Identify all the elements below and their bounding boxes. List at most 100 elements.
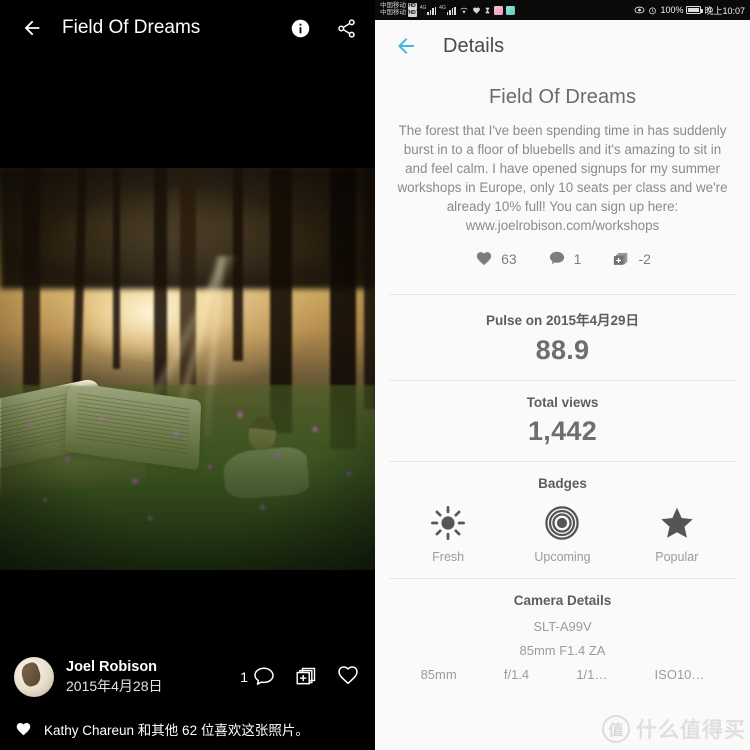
camera-title: Camera Details <box>513 593 612 609</box>
views-value: 1,442 <box>527 416 598 447</box>
hd-badge-1: HD <box>407 3 417 10</box>
badge-popular[interactable]: Popular <box>631 505 723 564</box>
photo-vignette <box>0 168 375 570</box>
details-scroll-area[interactable]: Field Of Dreams The forest that I've bee… <box>375 72 750 696</box>
add-to-collection-icon <box>614 253 628 266</box>
arrow-left-icon <box>398 38 414 54</box>
watermark-text: 什么值得买 <box>636 719 746 742</box>
camera-focal-length: 85mm <box>420 667 457 683</box>
stat-comments-value: 1 <box>573 250 582 267</box>
appbar-actions <box>285 13 361 43</box>
photo-viewer-appbar: Field Of Dreams <box>0 0 375 56</box>
camera-shutter-speed: 1/1… <box>576 667 608 683</box>
heart-outline-icon <box>338 665 358 684</box>
network-type-1: 4G <box>419 4 427 11</box>
battery-percent: 100% <box>660 5 684 15</box>
page-title: Field Of Dreams <box>62 17 201 38</box>
carrier-stack: 中国移动 HD 中国移动 HD <box>380 2 417 17</box>
teal-app-icon <box>505 5 515 15</box>
sun-icon <box>431 506 466 541</box>
status-bar-right: 100% 晚上10:07 <box>634 4 745 17</box>
watermark-logo: 值 <box>602 715 630 743</box>
stats-row: 63 1 -2 <box>391 235 734 280</box>
details-title: Details <box>443 34 505 57</box>
avatar[interactable] <box>14 657 54 697</box>
details-panel: 中国移动 HD 中国移动 HD 4G 4G 100% 晚上10:07 Detai… <box>375 0 750 750</box>
details-back-button[interactable] <box>391 31 421 61</box>
signal-group-2: 4G <box>439 4 456 15</box>
pulse-label: Pulse on 2015年4月29日 <box>485 313 640 329</box>
stat-comments[interactable]: 1 <box>547 249 582 268</box>
details-photo-description: The forest that I've been spending time … <box>397 123 728 234</box>
camera-aperture: f/1.4 <box>503 667 530 683</box>
signal-bars-icon <box>446 6 456 15</box>
watermark: 值 什么值得买 <box>602 714 746 744</box>
photo-actions: 1 <box>240 663 361 692</box>
signal-bars-icon <box>427 6 437 15</box>
likes-text: Kathy Chareun 和其他 62 位喜欢这张照片。 <box>44 723 309 738</box>
photo-image[interactable] <box>0 168 375 570</box>
stat-likes-value: 63 <box>501 250 517 267</box>
badge-popular-label: Popular <box>655 550 699 565</box>
back-button[interactable] <box>14 10 50 46</box>
author-name: Joel Robison <box>66 659 158 676</box>
photo-viewer-panel: Field Of Dreams Joel Robison 2015年4月28日 … <box>0 0 375 750</box>
photo-meta-bar: Joel Robison 2015年4月28日 1 <box>0 646 375 708</box>
target-icon <box>545 506 580 540</box>
badge-fresh-label: Fresh <box>432 550 465 565</box>
info-button[interactable] <box>285 13 315 43</box>
details-photo-title: Field Of Dreams <box>488 86 637 108</box>
heart-filled-icon <box>16 723 31 736</box>
camera-section: Camera Details SLT-A99V 85mm F1.4 ZA 85m… <box>375 579 750 696</box>
add-to-collection-icon <box>296 667 316 684</box>
photo-info-section: Field Of Dreams The forest that I've bee… <box>375 72 750 294</box>
badges-row: Fresh Upcoming Popular <box>391 505 734 564</box>
clock-time: 晚上10:07 <box>704 5 745 16</box>
status-bar: 中国移动 HD 中国移动 HD 4G 4G 100% 晚上10:07 <box>375 0 750 20</box>
network-type-2: 4G <box>439 4 446 11</box>
badges-title: Badges <box>538 476 587 492</box>
author-block[interactable]: Joel Robison 2015年4月28日 <box>66 658 240 696</box>
arrow-left-icon <box>24 20 40 36</box>
photo-date: 2015年4月28日 <box>66 678 163 695</box>
gallery-app-icon <box>493 5 503 15</box>
heart-filled-icon <box>476 252 492 266</box>
alarm-icon <box>648 6 657 15</box>
badge-upcoming[interactable]: Upcoming <box>516 505 608 564</box>
photo-canvas <box>0 168 375 570</box>
info-icon <box>291 19 309 37</box>
camera-iso: ISO10… <box>654 667 705 683</box>
comment-icon <box>549 251 564 265</box>
stat-collections[interactable]: -2 <box>611 249 651 268</box>
stat-collections-value: -2 <box>638 250 651 267</box>
badges-section: Badges Fresh Upcoming Popular <box>375 462 750 578</box>
battery-icon <box>686 6 703 14</box>
views-label: Total views <box>526 395 599 411</box>
stat-likes[interactable]: 63 <box>474 249 517 268</box>
comment-icon <box>254 667 274 685</box>
star-icon <box>661 507 693 538</box>
like-button[interactable] <box>335 663 361 692</box>
pulse-section: Pulse on 2015年4月29日 88.9 <box>375 295 750 380</box>
hd-badge-2: HD <box>407 10 417 17</box>
likes-summary[interactable]: Kathy Chareun 和其他 62 位喜欢这张照片。 <box>0 708 375 750</box>
details-appbar: Details <box>375 20 750 72</box>
badge-upcoming-label: Upcoming <box>534 550 591 565</box>
share-icon <box>337 18 355 38</box>
camera-specs: 85mm f/1.4 1/1… ISO10… <box>391 667 734 682</box>
comment-count: 1 <box>240 669 248 685</box>
badge-fresh[interactable]: Fresh <box>402 505 494 564</box>
wifi-icon <box>459 6 469 15</box>
signal-group-1: 4G <box>419 4 437 15</box>
share-button[interactable] <box>331 13 361 43</box>
comment-button[interactable]: 1 <box>240 665 277 689</box>
eye-icon <box>634 6 645 14</box>
carrier-name-2: 中国移动 <box>380 9 406 16</box>
heart-icon <box>472 6 481 15</box>
hourglass-icon <box>484 6 491 15</box>
pulse-value: 88.9 <box>535 335 590 366</box>
carrier-row-2: 中国移动 HD <box>380 9 417 17</box>
add-to-collection-button[interactable] <box>294 663 318 692</box>
camera-body: SLT-A99V <box>533 619 592 635</box>
camera-lens: 85mm F1.4 ZA <box>519 643 606 659</box>
